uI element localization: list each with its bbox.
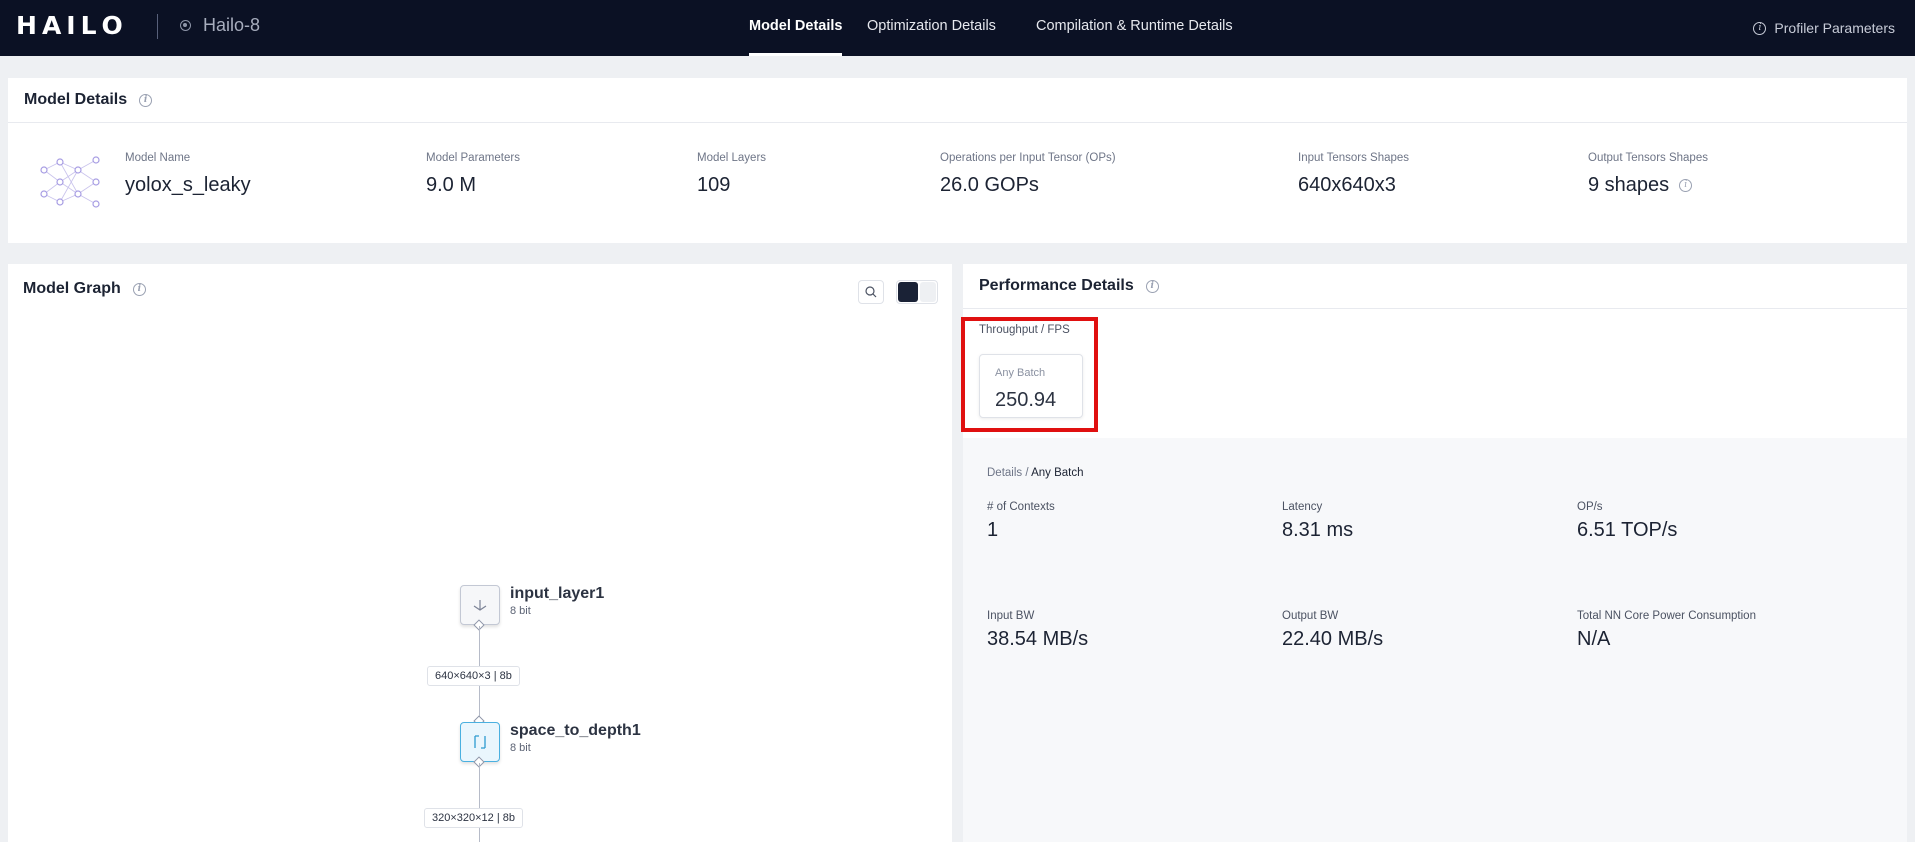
- stat-value: 9.0 M: [426, 174, 477, 196]
- logo-divider: [157, 14, 158, 39]
- stat-value: 109: [697, 174, 731, 196]
- vertical-layout-icon[interactable]: [898, 282, 918, 302]
- metric-latency: Latency 8.31 ms: [1282, 501, 1353, 542]
- info-icon[interactable]: i: [1679, 179, 1693, 192]
- chip-icon: [180, 20, 191, 31]
- metric-value: 38.54 MB/s: [987, 628, 1089, 650]
- details-section: [963, 438, 1907, 842]
- profiler-label: Profiler Parameters: [1774, 20, 1895, 36]
- stat-operations: Operations per Input Tensor (OPs) 26.0 G…: [940, 152, 1116, 197]
- model-graph-title-row: Model Graph i: [23, 280, 146, 298]
- metric-value: 22.40 MB/s: [1282, 628, 1384, 650]
- stat-model-name: Model Name yolox_s_leaky: [125, 152, 251, 197]
- metric-label: # of Contexts: [987, 501, 1055, 513]
- metric-label: Latency: [1282, 501, 1323, 513]
- model-graph-card: Model Graph i input_layer1 8 bit 640×640…: [8, 264, 952, 842]
- details-breadcrumb: Details / Any Batch: [987, 467, 1084, 479]
- profiler-parameters-button[interactable]: i Profiler Parameters: [1753, 0, 1895, 56]
- stat-label: Operations per Input Tensor (OPs): [940, 152, 1116, 164]
- model-details-card: Model Details i Model Name yolox_s_leaky…: [8, 78, 1907, 243]
- stat-label: Model Name: [125, 152, 191, 164]
- metric-label: Output BW: [1282, 610, 1339, 622]
- node-bits: 8 bit: [510, 742, 531, 754]
- card-title: Model Graph: [23, 280, 121, 297]
- metric-label: Input BW: [987, 610, 1035, 622]
- horizontal-layout-icon[interactable]: [920, 282, 936, 302]
- stat-value: 640x640x3: [1298, 174, 1396, 196]
- info-icon[interactable]: i: [132, 282, 146, 296]
- info-icon[interactable]: i: [139, 93, 153, 107]
- metric-output-bw: Output BW 22.40 MB/s: [1282, 610, 1383, 651]
- node-bits: 8 bit: [510, 605, 531, 617]
- logo-letter: L: [80, 11, 99, 40]
- card-title: Performance Details: [979, 277, 1134, 294]
- info-icon[interactable]: i: [1145, 279, 1159, 293]
- device-name: Hailo-8: [203, 15, 261, 35]
- info-icon: i: [1753, 21, 1767, 35]
- top-nav-bar: H A I L O Hailo-8 Model Details Optimiza…: [0, 0, 1915, 56]
- stat-label: Output Tensors Shapes: [1588, 152, 1708, 164]
- metric-ops: OP/s 6.51 TOP/s: [1577, 501, 1677, 542]
- metric-value: N/A: [1577, 628, 1611, 650]
- tab-label: Optimization Details: [867, 18, 996, 34]
- edge-shape-label: 320×320×12 | 8b: [424, 808, 523, 828]
- metric-label: Total NN Core Power Consumption: [1577, 610, 1756, 622]
- metric-value: 6.51 TOP/s: [1577, 519, 1678, 541]
- search-graph-button[interactable]: [858, 280, 884, 304]
- logo-letter: O: [101, 11, 125, 40]
- tab-compilation-runtime-details[interactable]: Compilation & Runtime Details: [1024, 0, 1245, 56]
- stat-value: 9 shapes: [1588, 174, 1670, 196]
- graph-controls: [858, 280, 938, 304]
- hailo-logo[interactable]: H A I L O: [16, 11, 125, 40]
- device-selector[interactable]: Hailo-8: [180, 15, 260, 36]
- highlight-box: [961, 317, 1098, 432]
- stat-label: Model Parameters: [426, 152, 520, 164]
- logo-letter: A: [41, 11, 64, 40]
- graph-edge: [479, 763, 480, 842]
- stat-model-parameters: Model Parameters 9.0 M: [426, 152, 520, 197]
- model-details-title-row: Model Details i: [24, 91, 153, 109]
- graph-node-space-to-depth[interactable]: [460, 722, 500, 762]
- graph-node-input[interactable]: [460, 585, 500, 625]
- breadcrumb-prefix: Details /: [987, 467, 1032, 479]
- metric-input-bw: Input BW 38.54 MB/s: [987, 610, 1088, 651]
- metric-value: 1: [987, 519, 999, 541]
- graph-view-toggle[interactable]: [896, 280, 938, 304]
- stat-label: Input Tensors Shapes: [1298, 152, 1410, 164]
- throughput-section: [963, 308, 1907, 438]
- input-layer-icon: [473, 600, 487, 611]
- metric-contexts: # of Contexts 1: [987, 501, 1055, 542]
- transform-icon: [474, 735, 486, 749]
- tab-model-details[interactable]: Model Details: [737, 0, 854, 56]
- stat-value: 26.0 GOPs: [940, 174, 1039, 196]
- metric-label: OP/s: [1577, 501, 1603, 513]
- stat-input-shapes: Input Tensors Shapes 640x640x3: [1298, 152, 1409, 197]
- performance-title-row: Performance Details i: [979, 277, 1159, 295]
- stat-value: yolox_s_leaky: [125, 174, 251, 196]
- tab-label: Compilation & Runtime Details: [1036, 18, 1233, 34]
- stat-output-shapes: Output Tensors Shapes 9 shapes i: [1588, 152, 1708, 197]
- search-icon: [865, 286, 877, 298]
- metric-value: 8.31 ms: [1282, 519, 1354, 541]
- logo-letter: H: [16, 11, 39, 40]
- metric-power-consumption: Total NN Core Power Consumption N/A: [1577, 610, 1756, 651]
- stat-model-layers: Model Layers 109: [697, 152, 766, 197]
- breadcrumb-current: Any Batch: [1031, 467, 1084, 479]
- logo-letter: I: [66, 11, 78, 40]
- card-title: Model Details: [24, 91, 128, 108]
- edge-shape-label: 640×640×3 | 8b: [427, 666, 520, 686]
- tab-label: Model Details: [749, 18, 843, 34]
- divider: [8, 122, 1907, 123]
- neural-network-icon: [40, 156, 100, 208]
- node-name: input_layer1: [510, 585, 605, 602]
- stat-label: Model Layers: [697, 152, 767, 164]
- tab-optimization-details[interactable]: Optimization Details: [855, 0, 1008, 56]
- performance-details-card: Performance Details i Throughput / FPS A…: [963, 264, 1907, 842]
- node-name: space_to_depth1: [510, 722, 641, 739]
